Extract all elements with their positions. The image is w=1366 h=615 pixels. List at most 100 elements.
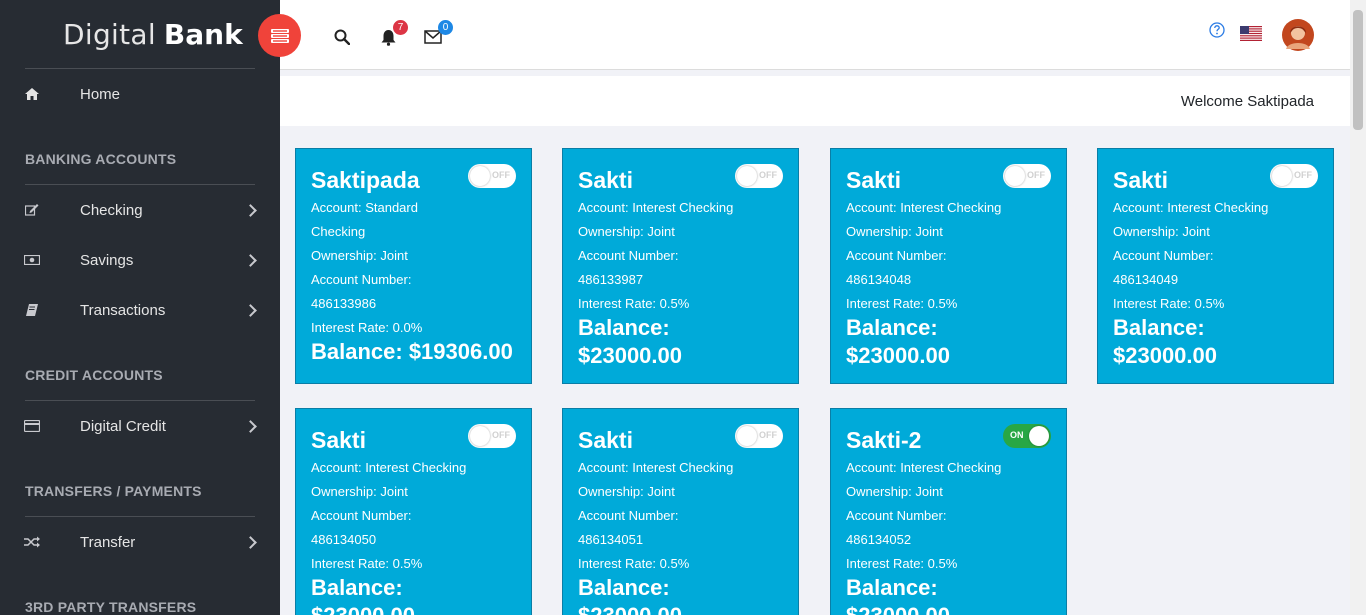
chevron-right-icon	[244, 535, 257, 549]
balance-value: $23000.00	[1113, 343, 1217, 368]
account-name: Sakti-2	[846, 427, 922, 453]
balance-label: Balance:	[1113, 315, 1205, 340]
search-icon[interactable]	[334, 29, 351, 50]
sidebar-item-label: Digital Credit	[80, 417, 166, 435]
section-title-credit: CREDIT ACCOUNTS	[25, 367, 163, 383]
divider	[25, 184, 255, 185]
account-type-continued: Checking	[311, 224, 366, 239]
account-ownership: Ownership: Joint	[311, 248, 408, 263]
account-card[interactable]: Sakti OFF Account: Interest Checking Own…	[1097, 148, 1334, 384]
account-toggle[interactable]: ON	[1003, 424, 1051, 448]
brand-part1: Digital	[63, 18, 156, 51]
sidebar-item-checking[interactable]: Checking	[0, 190, 280, 230]
edit-icon	[24, 203, 40, 217]
balance-value: $23000.00	[578, 343, 682, 368]
toggle-knob	[470, 426, 490, 446]
account-name: Sakti	[311, 427, 366, 453]
account-ownership: Ownership: Joint	[578, 224, 675, 239]
toggle-knob	[1005, 166, 1025, 186]
interest-rate: Interest Rate: 0.0%	[311, 320, 423, 335]
book-icon	[24, 303, 40, 317]
divider	[25, 68, 255, 69]
account-name: Sakti	[578, 427, 633, 453]
section-title-third-party: 3RD PARTY TRANSFERS	[25, 599, 197, 615]
account-type: Account: Interest Checking	[1113, 200, 1269, 215]
sidebar: Digital Bank Home BANKING ACCOUNTS Check…	[0, 0, 280, 615]
account-type: Account: Interest Checking	[846, 460, 1002, 475]
account-type: Account: Interest Checking	[311, 460, 467, 475]
account-number: Account Number: 486134049	[1113, 248, 1214, 287]
toggle-state: OFF	[1027, 170, 1045, 180]
help-icon[interactable]	[1209, 22, 1225, 43]
shuffle-icon	[24, 535, 40, 549]
account-name: Sakti	[1113, 167, 1168, 193]
toggle-state: OFF	[1294, 170, 1312, 180]
toggle-knob	[737, 166, 757, 186]
account-toggle[interactable]: OFF	[735, 424, 783, 448]
account-ownership: Ownership: Joint	[578, 484, 675, 499]
account-card[interactable]: Sakti-2 ON Account: Interest Checking Ow…	[830, 408, 1067, 615]
menu-toggle-button[interactable]	[258, 14, 301, 57]
account-toggle[interactable]: OFF	[1270, 164, 1318, 188]
account-type: Account: Interest Checking	[846, 200, 1002, 215]
top-header	[280, 0, 1366, 70]
notification-count-badge: 7	[393, 20, 408, 35]
menu-icon	[270, 28, 289, 43]
sidebar-item-label: Savings	[80, 251, 134, 269]
account-number: Account Number: 486133987	[578, 248, 679, 287]
account-type: Account: Interest Checking	[578, 460, 734, 475]
account-type: Account: Standard	[311, 200, 418, 215]
account-card[interactable]: Sakti OFF Account: Interest Checking Own…	[562, 408, 799, 615]
brand-logo[interactable]: Digital Bank	[0, 0, 280, 69]
account-number: Account Number: 486134052	[846, 508, 947, 547]
account-ownership: Ownership: Joint	[1113, 224, 1210, 239]
divider	[25, 400, 255, 401]
account-name: Saktipada	[311, 167, 420, 193]
welcome-bar: Welcome Saktipada	[280, 76, 1350, 126]
interest-rate: Interest Rate: 0.5%	[311, 556, 423, 571]
toggle-state: ON	[1010, 430, 1024, 440]
account-number: Account Number: 486133986	[311, 272, 412, 311]
balance-label: Balance:	[311, 575, 403, 600]
message-count-badge: 0	[438, 20, 453, 35]
account-card[interactable]: Saktipada OFF Account: Standard Checking…	[295, 148, 532, 384]
account-toggle[interactable]: OFF	[468, 164, 516, 188]
balance-label: Balance:	[578, 575, 670, 600]
user-avatar[interactable]	[1282, 19, 1314, 56]
sidebar-item-digital-credit[interactable]: Digital Credit	[0, 406, 280, 446]
chevron-right-icon	[244, 203, 257, 217]
toggle-state: OFF	[759, 170, 777, 180]
chevron-right-icon	[244, 253, 257, 267]
account-number: Account Number: 486134048	[846, 248, 947, 287]
account-ownership: Ownership: Joint	[846, 224, 943, 239]
account-number: Account Number: 486134050	[311, 508, 412, 547]
notifications-button[interactable]: 7	[380, 20, 408, 51]
balance-value: $23000.00	[311, 602, 526, 615]
divider	[25, 516, 255, 517]
sidebar-item-transactions[interactable]: Transactions	[0, 290, 280, 330]
sidebar-item-label: Home	[80, 85, 121, 103]
balance-value: $23000.00	[846, 343, 950, 368]
toggle-knob	[1029, 426, 1049, 446]
account-card[interactable]: Sakti OFF Account: Interest Checking Own…	[562, 148, 799, 384]
balance-label: Balance:	[578, 315, 670, 340]
account-balance: Balance: $19306.00	[311, 339, 513, 364]
sidebar-item-home[interactable]: Home	[0, 74, 280, 114]
scrollbar[interactable]	[1350, 0, 1366, 615]
account-ownership: Ownership: Joint	[846, 484, 943, 499]
account-toggle[interactable]: OFF	[1003, 164, 1051, 188]
sidebar-item-savings[interactable]: Savings	[0, 240, 280, 280]
interest-rate: Interest Rate: 0.5%	[578, 556, 690, 571]
toggle-state: OFF	[759, 430, 777, 440]
toggle-state: OFF	[492, 430, 510, 440]
sidebar-item-transfer[interactable]: Transfer	[0, 522, 280, 562]
sidebar-item-label: Checking	[80, 201, 143, 219]
sidebar-item-label: Transactions	[80, 301, 166, 319]
us-flag-icon[interactable]	[1240, 26, 1262, 46]
account-toggle[interactable]: OFF	[735, 164, 783, 188]
account-toggle[interactable]: OFF	[468, 424, 516, 448]
account-card[interactable]: Sakti OFF Account: Interest Checking Own…	[830, 148, 1067, 384]
messages-button[interactable]: 0	[424, 20, 453, 49]
scrollbar-thumb[interactable]	[1353, 10, 1363, 130]
account-card[interactable]: Sakti OFF Account: Interest Checking Own…	[295, 408, 532, 615]
